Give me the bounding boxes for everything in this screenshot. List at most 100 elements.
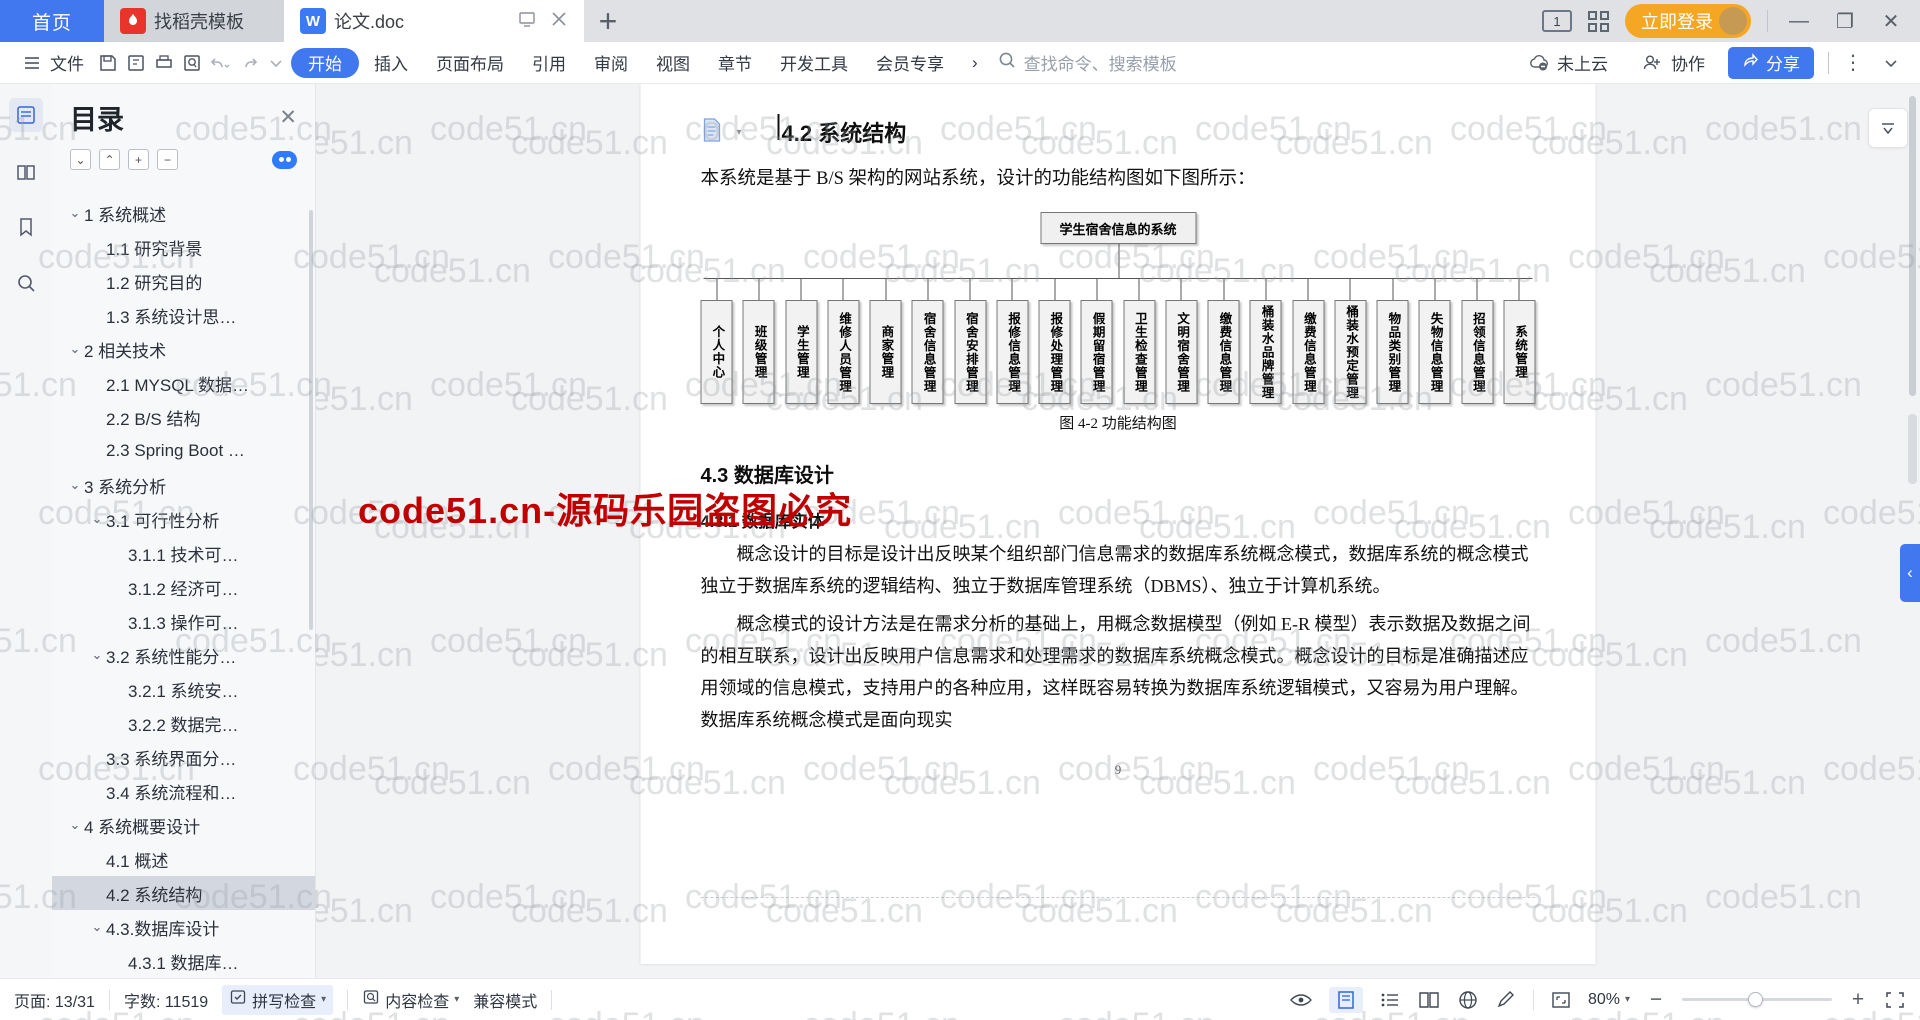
- cloud-status-button[interactable]: 未上云: [1517, 46, 1617, 80]
- sidebar-item-catalog[interactable]: [9, 154, 43, 188]
- web-layout-icon[interactable]: [1457, 990, 1479, 1010]
- chevron-down-icon[interactable]: ⌄: [88, 647, 106, 663]
- toc-item[interactable]: 3.3 系统界面分…: [52, 740, 315, 774]
- toc-item[interactable]: ⌄ 2 相关技术: [52, 332, 315, 366]
- vertical-scrollbar-track[interactable]: [1908, 414, 1917, 484]
- toc-item[interactable]: ⌄ 1 系统概述: [52, 196, 315, 230]
- chevron-down-icon[interactable]: ▾: [737, 127, 742, 138]
- window-count-button[interactable]: 1: [1542, 10, 1572, 32]
- toc-collapse-all-button[interactable]: −: [157, 149, 178, 170]
- word-count[interactable]: 字数: 11519: [124, 988, 208, 1012]
- toc-item[interactable]: 1.3 系统设计思…: [52, 298, 315, 332]
- fullscreen-icon[interactable]: [1884, 990, 1906, 1010]
- toc-item[interactable]: 2.1 MYSQL 数据…: [52, 366, 315, 400]
- print-layout-icon[interactable]: [1328, 986, 1363, 1013]
- chevron-down-icon[interactable]: ⌄: [66, 341, 84, 357]
- tab-insert[interactable]: 插入: [361, 48, 421, 78]
- tab-view[interactable]: 视图: [643, 48, 703, 78]
- toc-item[interactable]: 2.3 Spring Boot …: [52, 434, 315, 468]
- toc-close-icon[interactable]: ✕: [279, 105, 297, 130]
- tab-document[interactable]: W 论文.doc: [284, 0, 584, 42]
- chevron-down-icon[interactable]: ⌄: [88, 511, 106, 527]
- toc-item[interactable]: 3.2.1 系统安…: [52, 672, 315, 706]
- tab-page-layout[interactable]: 页面布局: [423, 48, 517, 78]
- toc-item[interactable]: 1.1 研究背景: [52, 230, 315, 264]
- chevron-down-icon[interactable]: ▾: [1625, 994, 1630, 1005]
- paragraph-mark-icon[interactable]: [701, 117, 727, 147]
- tab-section[interactable]: 章节: [705, 48, 765, 78]
- search-input[interactable]: 查找命令、搜索模板: [997, 50, 1177, 75]
- sidebar-item-bookmark[interactable]: [9, 210, 43, 244]
- restore-button[interactable]: ❐: [1830, 9, 1860, 34]
- find-icon[interactable]: [179, 50, 205, 76]
- toc-list[interactable]: ⌄ 1 系统概述 1.1 研究背景 1.2 研究目的 1.3 系统设计思… ⌄ 2 相关技术…: [52, 180, 315, 978]
- zoom-slider[interactable]: [1682, 992, 1832, 1007]
- save-icon[interactable]: [95, 50, 121, 76]
- toc-item[interactable]: 4.2 系统结构: [52, 876, 315, 910]
- share-button[interactable]: 分享: [1728, 46, 1814, 79]
- chevron-down-icon[interactable]: ▾: [321, 994, 326, 1005]
- chevron-down-icon[interactable]: ⌄: [66, 477, 84, 493]
- zoom-in-button[interactable]: +: [1848, 988, 1868, 1012]
- content-check-button[interactable]: 内容检查 ▾: [362, 988, 459, 1012]
- app-grid-icon[interactable]: [1588, 10, 1609, 32]
- read-layout-icon[interactable]: [1417, 990, 1441, 1010]
- outline-view-icon[interactable]: [1379, 990, 1401, 1010]
- toc-item[interactable]: ⌄ 3 系统分析: [52, 468, 315, 502]
- tab-review[interactable]: 审阅: [581, 48, 641, 78]
- zoom-level[interactable]: 80% ▾: [1588, 991, 1630, 1009]
- toc-item[interactable]: 4.3.1 数据库…: [52, 944, 315, 978]
- customize-icon[interactable]: [263, 50, 289, 76]
- tab-close-icon[interactable]: [550, 10, 568, 33]
- page-indicator[interactable]: 页面: 13/31: [14, 988, 95, 1012]
- undo-icon[interactable]: [207, 50, 233, 76]
- toc-collapse-down-button[interactable]: ⌄: [70, 149, 91, 170]
- side-panel-toggle[interactable]: ‹: [1900, 544, 1920, 602]
- tab-references[interactable]: 引用: [519, 48, 579, 78]
- toc-item[interactable]: 3.1.1 技术可…: [52, 536, 315, 570]
- collaborate-button[interactable]: 协作: [1631, 46, 1714, 80]
- tab-template-store[interactable]: 找稻壳模板: [104, 0, 284, 42]
- toc-item[interactable]: ⌄ 4.3.数据库设计: [52, 910, 315, 944]
- edit-pen-icon[interactable]: [1495, 990, 1517, 1010]
- toc-visibility-toggle[interactable]: [272, 150, 297, 169]
- more-options-button[interactable]: ⋮: [1843, 50, 1864, 75]
- chevron-down-icon[interactable]: [1878, 50, 1904, 76]
- chevron-down-icon[interactable]: ⌄: [88, 919, 106, 935]
- print-icon[interactable]: [151, 50, 177, 76]
- toc-item[interactable]: ⌄ 4 系统概要设计: [52, 808, 315, 842]
- tab-member-exclusive[interactable]: 会员专享: [863, 48, 957, 78]
- home-tab[interactable]: 首页: [0, 0, 104, 42]
- toc-item[interactable]: 3.4 系统流程和…: [52, 774, 315, 808]
- document-viewport[interactable]: ▾ 4.2 系统结构 本系统是基于 B/S 架构的网站系统，设计的功能结构图如下…: [316, 84, 1920, 978]
- eye-icon[interactable]: [1289, 990, 1313, 1010]
- close-window-button[interactable]: ✕: [1876, 9, 1906, 34]
- toc-collapse-up-button[interactable]: ⌃: [99, 149, 120, 170]
- zoom-slider-knob[interactable]: [1748, 992, 1763, 1007]
- login-button[interactable]: 立即登录: [1625, 4, 1751, 38]
- minimize-button[interactable]: —: [1784, 10, 1814, 33]
- toc-item[interactable]: 3.1.2 经济可…: [52, 570, 315, 604]
- collapse-ribbon-button[interactable]: [1868, 108, 1908, 148]
- spellcheck-button[interactable]: 拼写检查 ▾: [222, 984, 334, 1015]
- toc-item[interactable]: 3.2.2 数据完…: [52, 706, 315, 740]
- toc-expand-all-button[interactable]: +: [128, 149, 149, 170]
- toc-item[interactable]: ⌄ 3.2 系统性能分…: [52, 638, 315, 672]
- toc-item[interactable]: ⌄ 3.1 可行性分析: [52, 502, 315, 536]
- toc-scrollbar[interactable]: [309, 210, 313, 630]
- print-preview-icon[interactable]: [123, 50, 149, 76]
- toc-item[interactable]: 3.1.3 操作可…: [52, 604, 315, 638]
- tab-cast-icon[interactable]: [518, 10, 536, 33]
- file-menu-button[interactable]: 文件: [10, 46, 93, 80]
- zoom-out-button[interactable]: −: [1646, 988, 1666, 1012]
- chevron-down-icon[interactable]: ⌄: [66, 817, 84, 833]
- tab-developer-tools[interactable]: 开发工具: [767, 48, 861, 78]
- chevron-down-icon[interactable]: ▾: [454, 994, 459, 1005]
- fit-page-icon[interactable]: [1550, 990, 1572, 1010]
- ribbon-overflow-button[interactable]: ›: [959, 48, 991, 78]
- vertical-scrollbar[interactable]: [1909, 96, 1916, 396]
- toc-item[interactable]: 4.1 概述: [52, 842, 315, 876]
- sidebar-item-search[interactable]: [9, 266, 43, 300]
- redo-icon[interactable]: [235, 50, 261, 76]
- toc-item[interactable]: 2.2 B/S 结构: [52, 400, 315, 434]
